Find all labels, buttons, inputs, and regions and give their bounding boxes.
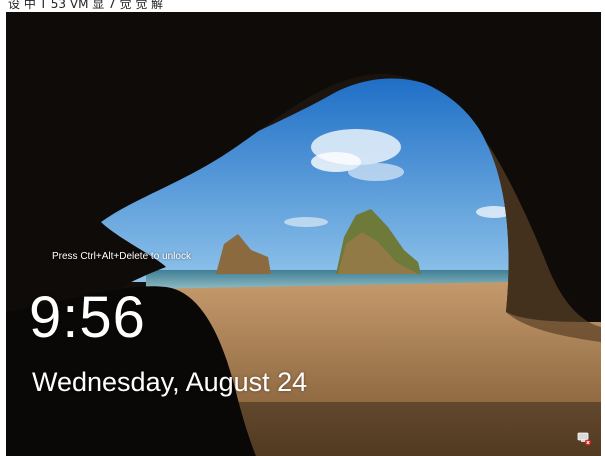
lock-screen[interactable]: Press Ctrl+Alt+Delete to unlock 9:56 Wed… (6, 12, 601, 456)
lock-clock-time: 9:56 (29, 285, 146, 350)
lock-date: Wednesday, August 24 (32, 367, 308, 397)
top-caption-strip: 设 中 T 53 VM 显 7 觉 觉 解 (0, 0, 605, 12)
top-caption-text: 设 中 T 53 VM 显 7 觉 觉 解 (8, 0, 164, 11)
network-disconnected-icon[interactable] (576, 432, 592, 446)
unlock-hint-text: Press Ctrl+Alt+Delete to unlock (52, 251, 191, 262)
